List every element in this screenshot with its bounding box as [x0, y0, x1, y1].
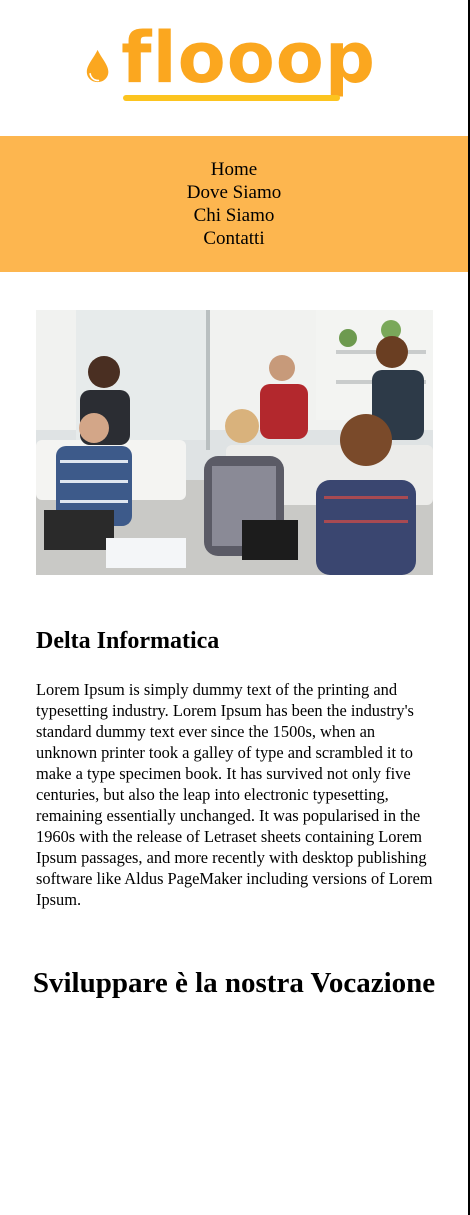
nav-chi-siamo-link[interactable]: Chi Siamo — [194, 204, 275, 227]
team-meeting-photo — [36, 310, 433, 575]
page: flooop Home Dove Siamo Chi Siamo Contatt… — [0, 0, 470, 1215]
hero-image — [36, 310, 433, 575]
main-nav: Home Dove Siamo Chi Siamo Contatti — [0, 136, 468, 272]
nav-home-link[interactable]: Home — [211, 158, 257, 181]
logo-underline — [123, 95, 340, 101]
logo-text: flooop — [121, 23, 376, 101]
tagline-heading: Sviluppare è la nostra Vocazione — [32, 967, 436, 999]
nav-contatti-link[interactable]: Contatti — [203, 227, 264, 250]
nav-dove-siamo-link[interactable]: Dove Siamo — [187, 181, 281, 204]
logo-wordmark: flooop — [121, 17, 376, 99]
site-logo[interactable]: flooop — [86, 23, 376, 109]
section-title: Delta Informatica — [36, 628, 220, 654]
drop-icon — [86, 49, 109, 83]
section-body-text: Lorem Ipsum is simply dummy text of the … — [36, 680, 433, 909]
